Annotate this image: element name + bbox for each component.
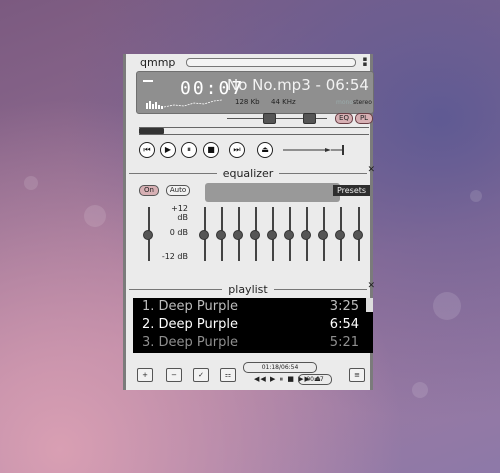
stop-button[interactable]: ■ bbox=[203, 142, 219, 158]
eq-band-slider[interactable] bbox=[284, 230, 294, 240]
sort-button[interactable]: ⚏ bbox=[220, 368, 236, 382]
bokeh-dot bbox=[433, 292, 461, 320]
eq-band-slider[interactable] bbox=[267, 230, 277, 240]
playlist-item[interactable]: 1. Deep Purple 3:25 bbox=[133, 298, 373, 316]
eq-toggle-button[interactable]: EQ bbox=[335, 113, 353, 124]
close-icon[interactable]: ✕ bbox=[367, 165, 375, 175]
mono-indicator: mono bbox=[336, 99, 353, 106]
playlist-current-time: 00:07 bbox=[298, 374, 332, 385]
remove-button[interactable]: − bbox=[166, 368, 182, 382]
window-border-left bbox=[123, 54, 126, 166]
window-border-right bbox=[370, 166, 373, 284]
playlist-title: playlist bbox=[228, 282, 268, 296]
pause-button[interactable]: ⏸ bbox=[181, 142, 197, 158]
eq-band-slider[interactable] bbox=[301, 230, 311, 240]
close-icon[interactable]: ✕ bbox=[367, 281, 375, 291]
stereo-indicator: stereo bbox=[353, 99, 372, 106]
track-display: 00:07 No No.mp3 - 06:54 128 Kb 44 KHz mo… bbox=[136, 71, 374, 114]
seek-bar[interactable] bbox=[139, 127, 369, 135]
seek-progress bbox=[139, 128, 165, 134]
db-high-label: +12 dB bbox=[171, 204, 188, 222]
presets-button[interactable]: Presets bbox=[333, 185, 370, 196]
frequency-label: 44 KHz bbox=[271, 98, 296, 106]
main-player-window: qmmp ▪ ▪ 00:07 No No.mp3 - 06:54 128 Kb 4… bbox=[123, 54, 374, 166]
playlist-item[interactable]: 2. Deep Purple 6:54 bbox=[133, 316, 373, 334]
playlist-menu-button[interactable]: ≡ bbox=[349, 368, 365, 382]
bokeh-dot bbox=[412, 382, 428, 398]
db-mid-label: 0 dB bbox=[169, 228, 188, 237]
db-low-label: -12 dB bbox=[161, 252, 188, 261]
equalizer-window: equalizer ✕ On Auto Presets +12 dB 0 dB … bbox=[123, 165, 375, 284]
eq-curve-display bbox=[205, 183, 340, 202]
playlist-item[interactable]: 3. Deep Purple 5:21 bbox=[133, 334, 373, 352]
title-rule bbox=[129, 288, 223, 290]
playlist-item-duration: 5:21 bbox=[329, 335, 359, 350]
eject-button[interactable]: ⏏ bbox=[257, 142, 273, 158]
eq-band-slider[interactable] bbox=[250, 230, 260, 240]
playlist-item-title: 1. Deep Purple bbox=[142, 299, 238, 314]
add-button[interactable]: + bbox=[137, 368, 153, 382]
select-button[interactable]: ✓ bbox=[193, 368, 209, 382]
equalizer-title: equalizer bbox=[222, 166, 274, 180]
eq-on-button[interactable]: On bbox=[139, 185, 159, 196]
position-slider-icon[interactable] bbox=[281, 143, 347, 157]
eq-band-slider[interactable] bbox=[318, 230, 328, 240]
preamp-slider[interactable] bbox=[143, 230, 153, 240]
eq-band-slider[interactable] bbox=[199, 230, 209, 240]
next-button[interactable]: ⏭ bbox=[229, 142, 245, 158]
bokeh-dot bbox=[24, 176, 38, 190]
bokeh-dot bbox=[470, 190, 482, 202]
equalizer-titlebar[interactable]: equalizer bbox=[129, 166, 368, 180]
pl-toggle-button[interactable]: PL bbox=[355, 113, 373, 124]
balance-slider[interactable] bbox=[303, 113, 316, 124]
playlist-list: 1. Deep Purple 3:25 2. Deep Purple 6:54 … bbox=[133, 298, 373, 353]
previous-button[interactable]: ⏮ bbox=[139, 142, 155, 158]
playlist-item-title: 2. Deep Purple bbox=[142, 317, 238, 332]
window-border-left bbox=[123, 166, 126, 284]
eq-auto-button[interactable]: Auto bbox=[166, 185, 190, 196]
track-title: No No.mp3 - 06:54 bbox=[227, 76, 369, 94]
playlist-item-title: 3. Deep Purple bbox=[142, 335, 238, 350]
playlist-time-display: 01:18/06:54 bbox=[243, 362, 317, 373]
eq-band-slider[interactable] bbox=[353, 230, 363, 240]
playlist-item-duration: 6:54 bbox=[329, 317, 359, 332]
spectrum-indicator bbox=[143, 80, 153, 82]
eq-band-slider[interactable] bbox=[233, 230, 243, 240]
app-title: qmmp bbox=[140, 55, 176, 69]
volume-slider[interactable] bbox=[263, 113, 276, 124]
playlist-item-duration: 3:25 bbox=[329, 299, 359, 314]
titlebar[interactable]: qmmp ▪ ▪ bbox=[126, 54, 370, 70]
bokeh-dot bbox=[84, 205, 106, 227]
eq-band-slider[interactable] bbox=[335, 230, 345, 240]
title-track bbox=[186, 57, 356, 67]
eq-band-slider[interactable] bbox=[216, 230, 226, 240]
window-border-left bbox=[123, 282, 126, 390]
bitrate-label: 128 Kb bbox=[235, 98, 260, 106]
playlist-scrollbar[interactable] bbox=[366, 298, 373, 312]
play-button[interactable]: ▶ bbox=[160, 142, 176, 158]
title-rule bbox=[279, 172, 368, 174]
playlist-window: playlist ✕ 1. Deep Purple 3:25 2. Deep P… bbox=[123, 281, 375, 390]
titlebar-menu-icon[interactable]: ▪ ▪ bbox=[360, 56, 370, 68]
title-rule bbox=[273, 288, 368, 290]
title-rule bbox=[129, 172, 217, 174]
playlist-titlebar[interactable]: playlist bbox=[129, 282, 368, 296]
